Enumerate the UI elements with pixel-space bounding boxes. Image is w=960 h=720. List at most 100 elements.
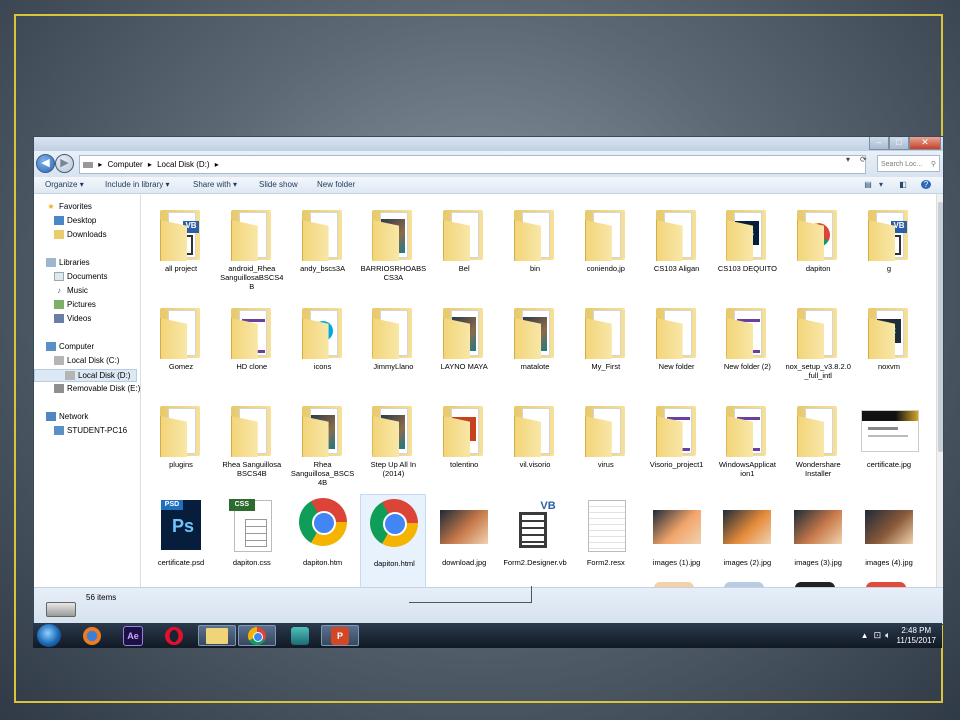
folder-icon [372, 406, 413, 457]
folder-item[interactable]: plugins [148, 396, 214, 491]
close-button[interactable]: ✕ [909, 137, 941, 150]
nav-computer[interactable]: Computer [46, 342, 94, 351]
folder-item[interactable]: CS103 Aligan [644, 200, 710, 295]
taskbar-powerpoint[interactable]: P [321, 625, 359, 646]
new-folder-button[interactable]: New folder [317, 180, 355, 189]
maximize-button[interactable]: □ [889, 137, 909, 150]
address-dropdown-icon[interactable]: ▾ [846, 155, 850, 164]
folder-item[interactable]: matalote [502, 298, 568, 393]
start-button[interactable] [37, 624, 61, 647]
help-icon[interactable]: ? [921, 180, 931, 189]
file-item[interactable]: images (4).jpg [856, 494, 922, 587]
taskbar-firefox[interactable] [73, 625, 111, 646]
nav-removable-disk-e[interactable]: Removable Disk (E:) [54, 384, 140, 393]
slide-show-button[interactable]: Slide show [259, 180, 298, 189]
forward-button[interactable]: ▶ [55, 154, 74, 173]
nav-pictures[interactable]: Pictures [54, 300, 96, 309]
nav-videos[interactable]: Videos [54, 314, 91, 323]
file-item[interactable]: images (2).jpg [714, 494, 780, 587]
item-label: plugins [169, 460, 193, 469]
address-bar[interactable]: ▸ Computer ▸ Local Disk (D:) ▸ [79, 155, 866, 174]
nav-network[interactable]: Network [46, 412, 88, 421]
file-item[interactable]: certificate.jpg [856, 396, 922, 491]
view-options-icon[interactable]: ▤ [863, 180, 873, 189]
folder-item[interactable]: My_First [573, 298, 639, 393]
breadcrumb-local-disk-d[interactable]: Local Disk (D:) [157, 160, 209, 169]
folder-item[interactable]: android_Rhea SanguillosaBSCS4B [219, 200, 285, 295]
folder-item[interactable]: Wondershare Installer [785, 396, 851, 491]
folder-item[interactable]: AI tolentino [431, 396, 497, 491]
breadcrumb-computer[interactable]: Computer [107, 160, 142, 169]
folder-item[interactable]: Visorio_project1 [644, 396, 710, 491]
folder-item[interactable]: LAYNO MAYA [431, 298, 497, 393]
file-item[interactable]: VB Form2.Designer.vb [502, 494, 568, 587]
folder-item[interactable]: VB g [856, 200, 922, 295]
preview-pane-icon[interactable]: ◧ [898, 180, 908, 189]
file-item[interactable]: PSD Ps certificate.psd [148, 494, 214, 587]
folder-item[interactable]: nox_setup_v3.8.2.0_full_intl [785, 298, 851, 393]
file-item[interactable]: Form2.resx [573, 494, 639, 587]
nav-documents[interactable]: Documents [54, 272, 107, 281]
folder-item[interactable]: Ps CS103 DEQUITO [714, 200, 780, 295]
folder-item[interactable]: HD clone [219, 298, 285, 393]
nav-desktop[interactable]: Desktop [54, 216, 96, 225]
file-item[interactable]: dapiton.html [360, 494, 427, 587]
folder-item[interactable]: dapiton [785, 200, 851, 295]
tray-expand-icon[interactable]: ▲ [861, 631, 869, 640]
nav-downloads[interactable]: Downloads [54, 230, 107, 239]
search-input[interactable]: Search Loc... ⚲ [877, 155, 940, 172]
css-file-icon: CSS [228, 499, 272, 552]
computer-icon [46, 342, 56, 351]
view-dropdown-icon[interactable]: ▾ [876, 180, 886, 189]
taskbar-mimio[interactable] [281, 625, 319, 646]
folder-item[interactable]: Gomez [148, 298, 214, 393]
file-item[interactable]: dapiton.htm [290, 494, 356, 587]
folder-icon [514, 406, 554, 457]
folder-item[interactable]: WindowsApplicat ion1 [714, 396, 780, 491]
folder-item[interactable]: bin [502, 200, 568, 295]
folder-item[interactable]: nox noxvm [856, 298, 922, 393]
minimize-button[interactable]: – [869, 137, 889, 150]
folder-item[interactable]: virus [573, 396, 639, 491]
clock[interactable]: 2:48 PM 11/15/2017 [897, 626, 936, 646]
back-button[interactable]: ◀ [36, 154, 55, 173]
nav-favorites-label: Favorites [59, 202, 92, 211]
organize-button[interactable]: Organize ▾ [45, 180, 84, 189]
nav-music[interactable]: ♪ Music [54, 286, 88, 295]
nav-local-disk-c[interactable]: Local Disk (C:) [54, 356, 119, 365]
taskbar-chrome[interactable] [238, 625, 276, 646]
folder-item[interactable]: New folder [644, 298, 710, 393]
taskbar-after-effects[interactable]: Ae [114, 625, 152, 646]
refresh-icon[interactable]: ⟳ [860, 155, 867, 164]
vertical-scrollbar[interactable] [936, 194, 943, 587]
nav-libraries[interactable]: Libraries [46, 258, 90, 267]
network-tray-icon[interactable]: ⊡ [874, 630, 882, 641]
folder-item[interactable]: andy_bscs3A [290, 200, 356, 295]
taskbar-opera[interactable] [155, 625, 193, 646]
volume-icon[interactable]: 🔈︎ [885, 630, 890, 641]
nav-student-pc16[interactable]: STUDENT-PC16 [54, 426, 127, 435]
scrollbar-thumb[interactable] [938, 202, 943, 452]
nav-local-disk-d[interactable]: Local Disk (D:) [34, 369, 137, 382]
folder-item[interactable]: Sicons [290, 298, 356, 393]
file-item[interactable]: CSS dapiton.css [219, 494, 285, 587]
include-in-library-button[interactable]: Include in library ▾ [105, 180, 170, 189]
folder-item[interactable]: Bel [431, 200, 497, 295]
file-item[interactable]: images (1).jpg [644, 494, 710, 587]
folder-icon [372, 308, 413, 359]
nav-favorites[interactable]: ★ Favorites [46, 202, 92, 211]
folder-item[interactable]: Rhea Sanguillosa BSCS4B [219, 396, 285, 491]
folder-item[interactable]: JimmyLlano [360, 298, 426, 393]
file-item[interactable]: images (3).jpg [785, 494, 851, 587]
folder-item[interactable]: BARRIOSRHOABS CS3A [360, 200, 426, 295]
folder-item[interactable]: Step Up All In (2014) [360, 396, 426, 491]
folder-item[interactable]: vil.visorio [502, 396, 568, 491]
share-with-button[interactable]: Share with ▾ [193, 180, 237, 189]
file-item[interactable]: download.jpg [431, 494, 497, 587]
title-bar[interactable]: – □ ✕ [34, 137, 943, 151]
folder-item[interactable]: VB all project [148, 200, 214, 295]
taskbar-explorer[interactable] [198, 625, 236, 646]
folder-item[interactable]: New folder (2) [714, 298, 780, 393]
folder-item[interactable]: coniendo,jp [573, 200, 639, 295]
folder-item[interactable]: Rhea Sanguillosa_BSCS 4B [290, 396, 356, 491]
